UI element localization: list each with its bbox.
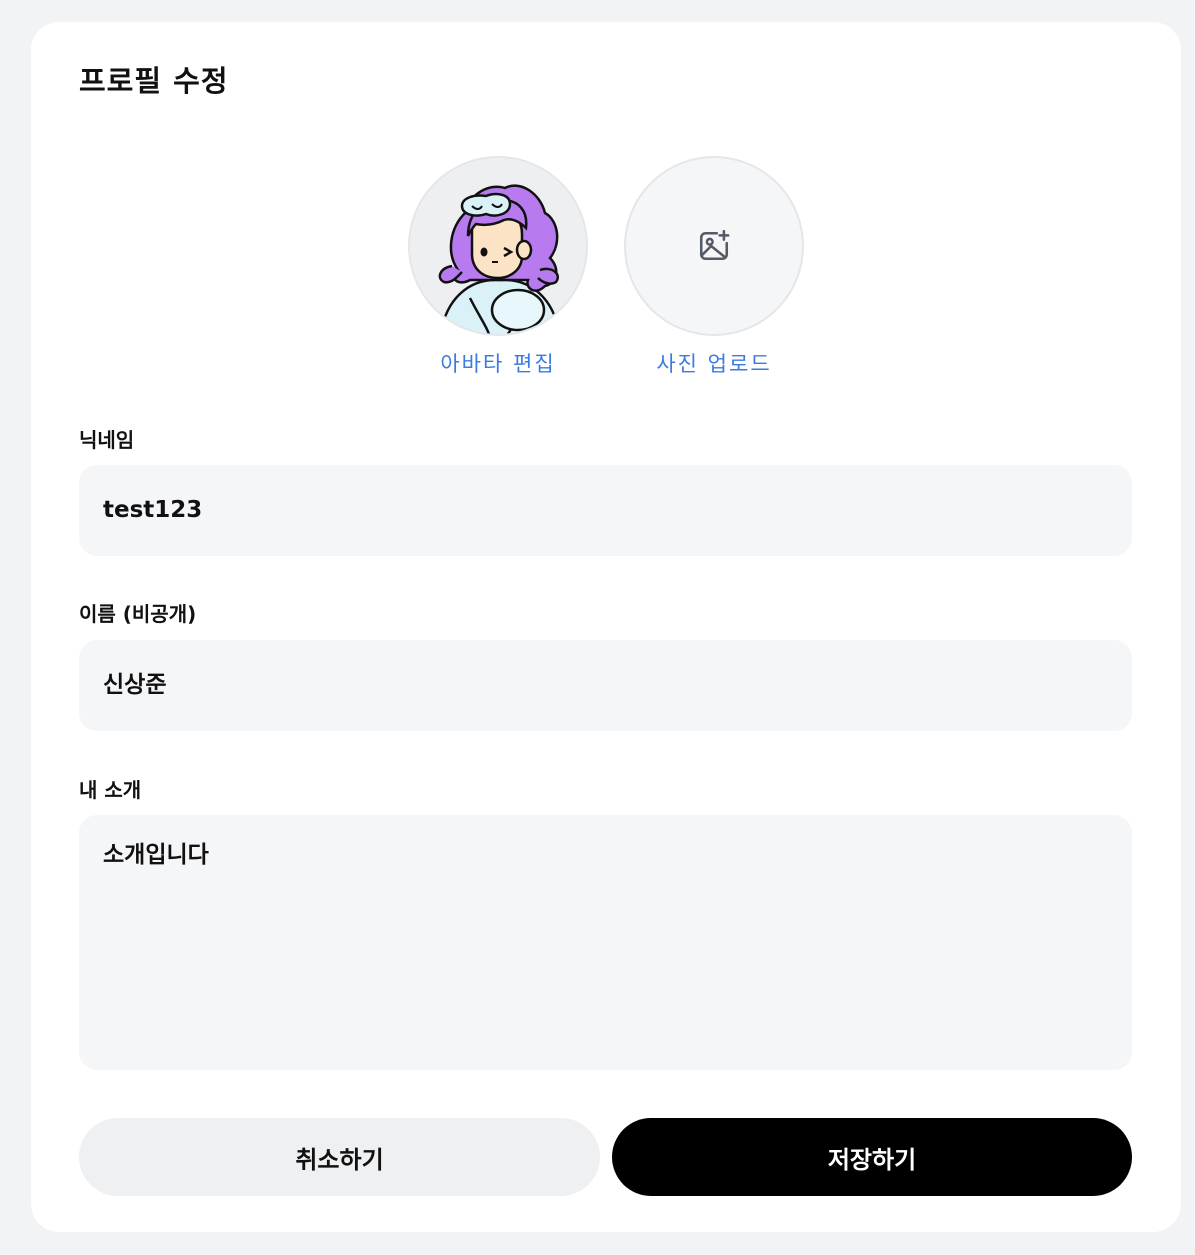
nickname-label: 닉네임 (79, 428, 135, 452)
photo-upload-block: 사진 업로드 (623, 156, 805, 378)
nickname-input[interactable]: test123 (79, 465, 1132, 556)
name-label: 이름 (비공개) (79, 602, 197, 626)
photo-upload-link[interactable]: 사진 업로드 (623, 348, 805, 378)
avatar-image[interactable] (408, 156, 588, 336)
cancel-button[interactable]: 취소하기 (79, 1118, 600, 1196)
avatar-illustration (410, 158, 586, 334)
avatar-edit-block: 아바타 편집 (407, 156, 589, 378)
photo-upload-button[interactable] (624, 156, 804, 336)
image-plus-icon (699, 229, 730, 261)
profile-edit-card: 프로필 수정 아바타 편집 사진 업로드 닉네임 test123 이름 (비공개… (31, 22, 1181, 1232)
save-button[interactable]: 저장하기 (612, 1118, 1132, 1196)
bio-textarea[interactable]: 소개입니다 (79, 815, 1132, 1070)
name-input[interactable]: 신상준 (79, 640, 1132, 731)
page-title: 프로필 수정 (79, 64, 229, 98)
avatar-edit-link[interactable]: 아바타 편집 (407, 348, 589, 378)
bio-label: 내 소개 (79, 778, 142, 802)
